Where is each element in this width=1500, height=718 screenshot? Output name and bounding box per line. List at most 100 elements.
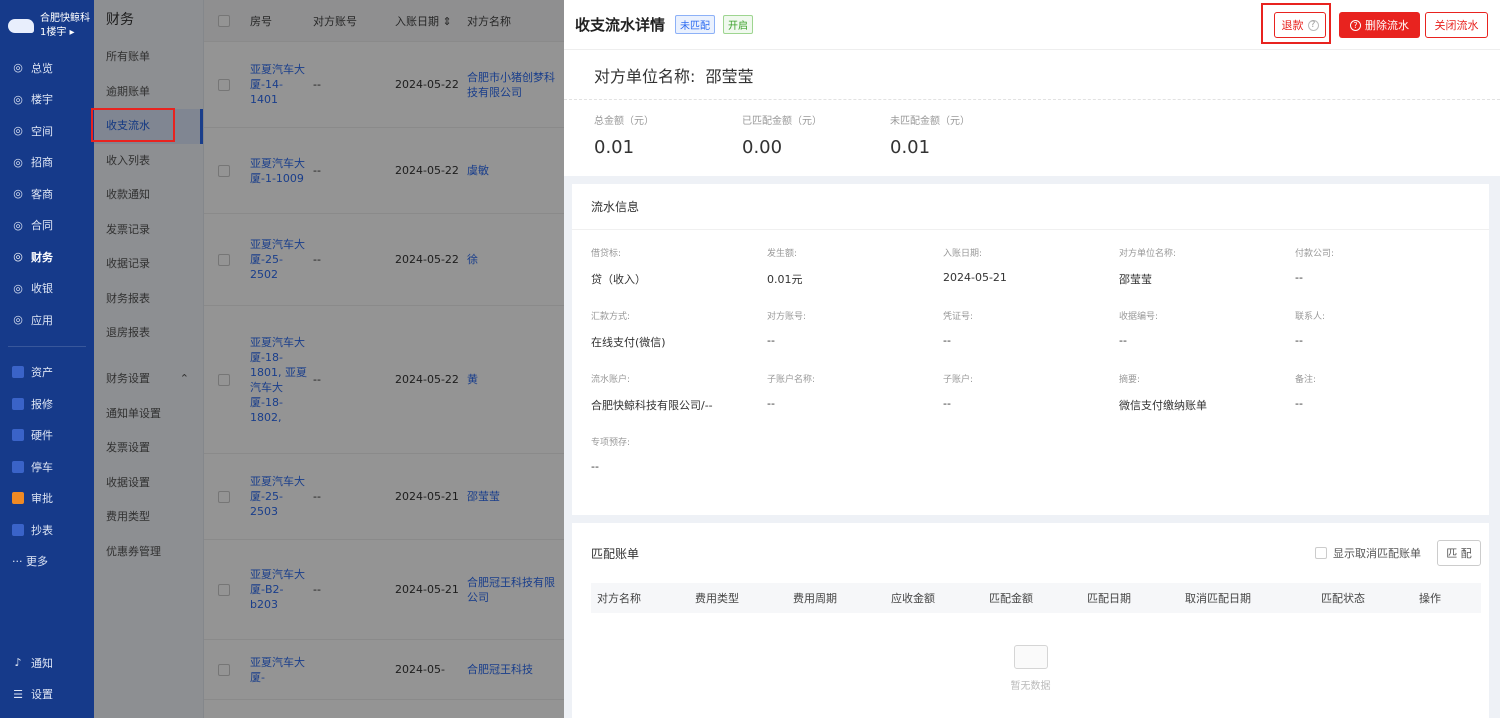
match-col-3: 应收金额 — [891, 592, 935, 605]
match-table-header: 对方名称 费用类型 费用周期 应收金额 匹配金额 匹配日期 取消匹配日期 匹配状态 操作 — [591, 583, 1481, 613]
nav-app-label: 报修 — [31, 397, 53, 411]
info-field: 对方单位名称: 邵莹莹 — [1119, 230, 1295, 293]
field-value: 贷（收入） — [591, 273, 646, 286]
match-col-2: 费用周期 — [793, 592, 837, 605]
field-label: 汇款方式: — [591, 312, 631, 322]
info-field: 对方账号: -- — [767, 293, 943, 356]
match-col-4: 匹配金额 — [989, 592, 1033, 605]
app-3-icon — [12, 460, 24, 473]
building-selector[interactable]: 1楼宇 ▸ — [40, 26, 90, 40]
nav-7-icon: ◎ — [13, 281, 23, 295]
whale-logo-icon — [8, 19, 34, 33]
nav-item-1[interactable]: ◎ 楼宇 — [0, 84, 94, 116]
nav-item-label: 招商 — [31, 156, 53, 170]
match-bills-card: 匹配账单 显示取消匹配账单 匹 配 对方名称 费用类型 费用周期 应收金额 匹配金额 匹配… — [572, 523, 1489, 718]
highlight-box-refund — [1261, 3, 1331, 44]
nav-3-icon: ◎ — [13, 155, 23, 169]
nav-more[interactable]: ··· 更多 — [0, 546, 94, 578]
field-label: 专项预存: — [591, 438, 631, 448]
nav-2-icon: ◎ — [13, 124, 23, 138]
info-field: 子账户名称: -- — [767, 356, 943, 419]
info-field: 流水账户: 合肥快鲸科技有限公司/-- — [591, 356, 767, 419]
delete-flow-button[interactable]: ? 删除流水 — [1339, 12, 1420, 38]
field-value: -- — [767, 334, 775, 347]
nav-app-label: 停车 — [31, 460, 53, 474]
nav-0-icon: ◎ — [13, 61, 23, 75]
main-nav: 合肥快鲸科 1楼宇 ▸ ◎ 总览 ◎ 楼宇 ◎ 空间 ◎ 招商 ◎ 客商 ◎ 合同 ◎ 财务 ◎ 收银 ◎ 应用 … — [0, 0, 94, 718]
info-field: 子账户: -- — [943, 356, 1119, 419]
nav-item-4[interactable]: ◎ 客商 — [0, 178, 94, 210]
match-col-0: 对方名称 — [597, 592, 641, 605]
amount-value: 0.01 — [594, 137, 635, 158]
nav-app-1[interactable]: 报修 — [0, 388, 94, 420]
nav-app-5[interactable]: 抄表 — [0, 514, 94, 546]
status-badge-enabled: 开启 — [723, 15, 754, 34]
nav-item-label: 楼宇 — [31, 93, 53, 107]
field-label: 入账日期: — [943, 249, 983, 259]
field-value: -- — [1295, 334, 1303, 347]
nav-item-0[interactable]: ◎ 总览 — [0, 52, 94, 84]
show-cancelled-checkbox[interactable] — [1315, 547, 1327, 559]
app-4-icon — [12, 492, 24, 505]
nav-item-2[interactable]: ◎ 空间 — [0, 115, 94, 147]
field-label: 流水账户: — [591, 375, 631, 385]
nav-item-6[interactable]: ◎ 财务 — [0, 241, 94, 273]
amount-label: 已匹配金额（元） — [742, 116, 822, 127]
info-field: 凭证号: -- — [943, 293, 1119, 356]
field-label: 子账户名称: — [767, 375, 816, 385]
field-value: -- — [943, 334, 951, 347]
highlight-box-menu — [91, 108, 175, 142]
nav-5-icon: ◎ — [13, 218, 23, 232]
drawer-header: 收支流水详情 未匹配 开启 退款? ? 删除流水 关闭流水 — [564, 0, 1500, 50]
nav-app-label: 硬件 — [31, 429, 53, 443]
nav-app-4[interactable]: 审批 — [0, 483, 94, 515]
brand[interactable]: 合肥快鲸科 1楼宇 ▸ — [0, 0, 94, 52]
nav-item-3[interactable]: ◎ 招商 — [0, 147, 94, 179]
field-label: 备注: — [1295, 375, 1317, 385]
nav-item-label: 合同 — [31, 219, 53, 233]
nav-app-label: 审批 — [31, 492, 53, 506]
flow-detail-drawer: 收支流水详情 未匹配 开启 退款? ? 删除流水 关闭流水 对方单位名称: 邵莹莹… — [564, 0, 1500, 718]
match-col-7: 匹配状态 — [1321, 592, 1365, 605]
show-cancelled-label[interactable]: 显示取消匹配账单 — [1333, 545, 1421, 561]
bell-icon: ♪ — [14, 656, 22, 670]
app-5-icon — [12, 523, 24, 536]
field-value: 在线支付(微信) — [591, 336, 666, 349]
field-value: 邵莹莹 — [1119, 273, 1152, 286]
info-field: 付款公司: -- — [1295, 230, 1471, 293]
field-value: -- — [767, 397, 775, 410]
nav-app-0[interactable]: 资产 — [0, 357, 94, 389]
field-value: 0.01元 — [767, 273, 803, 286]
app-2-icon — [12, 429, 24, 442]
nav-notify[interactable]: ♪ 通知 — [0, 647, 94, 679]
field-value: -- — [591, 460, 599, 473]
nav-item-label: 应用 — [31, 313, 53, 327]
nav-app-3[interactable]: 停车 — [0, 451, 94, 483]
nav-app-2[interactable]: 硬件 — [0, 420, 94, 452]
field-value: -- — [1295, 271, 1303, 284]
field-label: 子账户: — [943, 375, 974, 385]
match-bills-title: 匹配账单 — [591, 546, 640, 561]
match-col-1: 费用类型 — [695, 592, 739, 605]
info-field: 摘要: 微信支付缴纳账单 — [1119, 356, 1295, 419]
nav-app-label: 资产 — [31, 366, 53, 380]
party-name: 邵莹莹 — [705, 66, 754, 86]
app-1-icon — [12, 397, 24, 410]
info-field: 借贷标: 贷（收入） — [591, 230, 767, 293]
field-label: 借贷标: — [591, 249, 622, 259]
info-field: 发生额: 0.01元 — [767, 230, 943, 293]
amount-0: 总金额（元） 0.01 — [594, 100, 742, 176]
nav-item-8[interactable]: ◎ 应用 — [0, 304, 94, 336]
nav-item-label: 财务 — [31, 250, 53, 264]
close-flow-button[interactable]: 关闭流水 — [1425, 12, 1488, 38]
brand-name: 合肥快鲸科 — [40, 13, 90, 24]
flow-info-title: 流水信息 — [572, 184, 1489, 230]
field-label: 凭证号: — [943, 312, 974, 322]
nav-item-7[interactable]: ◎ 收银 — [0, 273, 94, 305]
field-label: 摘要: — [1119, 375, 1141, 385]
nav-settings[interactable]: ☰ 设置 — [0, 679, 94, 711]
match-button[interactable]: 匹 配 — [1437, 540, 1481, 566]
nav-item-5[interactable]: ◎ 合同 — [0, 210, 94, 242]
amount-label: 未匹配金额（元） — [890, 116, 970, 127]
match-col-8: 操作 — [1419, 592, 1441, 605]
